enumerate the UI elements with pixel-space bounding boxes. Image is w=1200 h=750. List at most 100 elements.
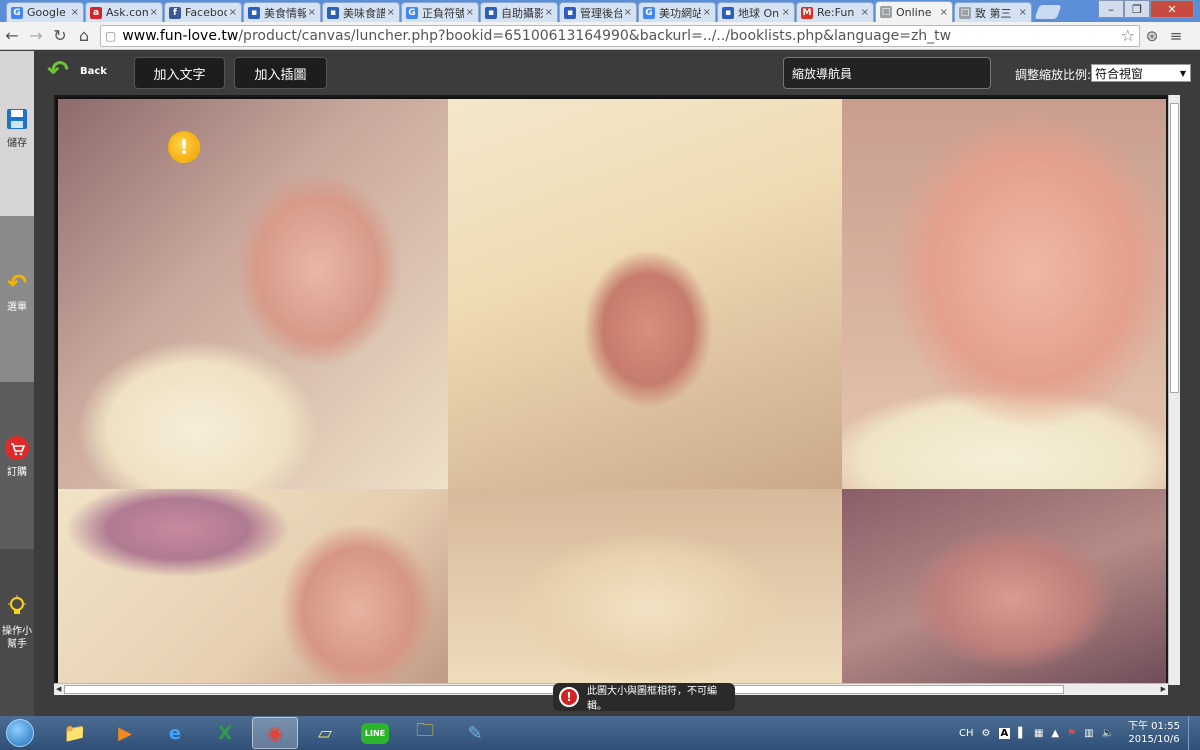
tab-close-icon[interactable]: × — [387, 7, 395, 18]
bookmark-star-icon[interactable]: ☆ — [1121, 26, 1135, 45]
arrow-left-icon: ← — [5, 26, 19, 45]
clock[interactable]: 下午 01:55 2015/10/6 — [1128, 720, 1180, 746]
photo-cell[interactable] — [448, 99, 842, 489]
zoom-select[interactable]: 符合視窗 ▼ — [1091, 64, 1191, 82]
tab-close-icon[interactable]: × — [940, 7, 948, 18]
photo-canvas[interactable]: ! — [54, 95, 1168, 685]
tab-close-icon[interactable]: × — [308, 7, 316, 18]
tab-close-icon[interactable]: × — [229, 7, 237, 18]
browser-tab[interactable]: G Google × — [6, 2, 84, 22]
browser-tab[interactable]: M Re:Fun × — [796, 2, 874, 22]
home-button[interactable]: ⌂ — [72, 24, 96, 48]
error-icon: ! — [559, 687, 579, 707]
menu-icon[interactable]: ≡ — [1164, 24, 1188, 48]
browser-tab[interactable]: ▪ 管理後台 × — [559, 2, 637, 22]
browser-tab[interactable]: G 美功網站 × — [638, 2, 716, 22]
taskbar-app[interactable]: X — [202, 717, 248, 749]
tab-title: 致 第三 — [975, 6, 1012, 20]
tab-close-icon[interactable]: × — [150, 7, 158, 18]
explorer-folder-icon: 📁 — [63, 722, 87, 744]
network-icon[interactable]: ▥ — [1084, 728, 1093, 739]
scroll-right-icon[interactable]: ▶ — [1161, 685, 1166, 693]
tab-favicon-icon: M — [801, 6, 813, 19]
browser-tab[interactable]: ▪ 自助攝影 × — [480, 2, 558, 22]
system-tray: CH ⚙ A ▌ ▦ ▲ ⚑ ▥ 🔈 下午 01:55 2015/10/6 — [955, 716, 1200, 750]
lightbulb-icon — [5, 595, 29, 619]
taskbar-app[interactable]: e — [152, 717, 198, 749]
tab-close-icon[interactable]: × — [703, 7, 711, 18]
photo-cell[interactable] — [842, 99, 1166, 489]
language-indicator[interactable]: CH — [959, 728, 974, 739]
minimize-button[interactable]: – — [1098, 0, 1124, 18]
back-button[interactable]: ↶ Back — [44, 56, 107, 86]
photo-cell[interactable] — [842, 489, 1166, 683]
tab-favicon-icon: ▪ — [564, 6, 576, 19]
windows-logo-icon — [6, 719, 34, 747]
scrollbar-thumb[interactable] — [1170, 103, 1179, 393]
sidebar-item-label: 操作小幫手 — [2, 626, 32, 650]
photo-cell[interactable] — [58, 489, 448, 683]
tab-title: 美味食譜 — [343, 6, 385, 20]
browser-tab[interactable]: a Ask.com× — [85, 2, 163, 22]
tab-close-icon[interactable]: × — [71, 7, 79, 18]
page-icon: ▢ — [105, 28, 117, 43]
notification-toast: ! 此圖大小與圖框相符，不可編輯。 — [553, 683, 735, 712]
internet-explorer-icon: e — [168, 722, 182, 744]
sidebar-item-label: 儲存 — [7, 138, 27, 149]
tab-close-icon[interactable]: × — [466, 7, 474, 18]
taskbar-app[interactable]: ◉ — [252, 717, 298, 749]
zoom-navigator-button[interactable]: 縮放導航員 — [783, 57, 991, 89]
vertical-scrollbar[interactable] — [1168, 95, 1180, 685]
taskbar-app[interactable]: ✎ — [452, 717, 498, 749]
extension-icon[interactable]: ⊛ — [1140, 24, 1164, 48]
ime-keyboard-icon[interactable]: ▦ — [1034, 728, 1043, 739]
sidebar-item-help[interactable]: 操作小幫手 — [0, 549, 34, 716]
home-icon: ⌂ — [78, 26, 90, 45]
tab-close-icon[interactable]: × — [861, 7, 869, 18]
ime-mode-icon[interactable]: A — [998, 727, 1011, 739]
sidebar-item-save[interactable]: 儲存 — [0, 51, 34, 216]
browser-tab[interactable]: □ Online × — [875, 1, 953, 22]
taskbar-app[interactable]: 🗀 — [402, 717, 448, 749]
tab-title: 美食情報 — [264, 6, 306, 20]
back-nav-button[interactable]: ← — [0, 24, 24, 48]
add-illustration-button[interactable]: 加入插圖 — [234, 57, 327, 89]
address-bar[interactable]: ▢ www.fun-love.tw/product/canvas/luncher… — [100, 24, 1140, 47]
maximize-button[interactable]: ❐ — [1124, 0, 1150, 18]
browser-tab[interactable]: G 正負符號 × — [401, 2, 479, 22]
close-window-button[interactable]: ✕ — [1150, 0, 1194, 18]
browser-tab[interactable]: ▪ 美味食譜 × — [322, 2, 400, 22]
ime-icon[interactable]: ⚙ — [982, 728, 991, 739]
taskbar-app[interactable]: ▶ — [102, 717, 148, 749]
add-text-button[interactable]: 加入文字 — [134, 57, 225, 89]
scroll-left-icon[interactable]: ◀ — [56, 685, 61, 693]
photo-cell[interactable] — [448, 489, 842, 683]
tab-title: 美功網站 — [659, 6, 701, 20]
tray-expand-icon[interactable]: ▲ — [1051, 728, 1059, 739]
forward-nav-button[interactable]: → — [24, 24, 48, 48]
taskbar-app[interactable]: LINE — [352, 717, 398, 749]
tab-close-icon[interactable]: × — [782, 7, 790, 18]
tab-favicon-icon: a — [90, 6, 102, 19]
ime-width-icon[interactable]: ▌ — [1018, 728, 1026, 739]
warning-badge-icon[interactable]: ! — [168, 131, 200, 163]
sidebar-item-menu[interactable]: ↶ 選單 — [0, 216, 34, 382]
tab-close-icon[interactable]: × — [1019, 7, 1027, 18]
reload-button[interactable]: ↻ — [48, 24, 72, 48]
browser-tab[interactable]: ▪ 美食情報 × — [243, 2, 321, 22]
photo-cell[interactable] — [58, 99, 448, 489]
tab-close-icon[interactable]: × — [545, 7, 553, 18]
show-desktop-button[interactable] — [1188, 716, 1200, 750]
sidebar-item-order[interactable]: 訂購 — [0, 382, 34, 549]
taskbar-app[interactable]: ▱ — [302, 717, 348, 749]
tab-close-icon[interactable]: × — [624, 7, 632, 18]
browser-tab[interactable]: □ 致 第三 × — [954, 2, 1032, 22]
volume-icon[interactable]: 🔈 — [1102, 728, 1114, 739]
new-tab-button[interactable] — [1034, 5, 1062, 19]
browser-tab[interactable]: f Facebook× — [164, 2, 242, 22]
action-center-icon[interactable]: ⚑ — [1067, 728, 1076, 739]
start-button[interactable] — [0, 716, 40, 750]
taskbar-app[interactable]: 📁 — [52, 717, 98, 749]
cart-icon — [5, 436, 29, 460]
browser-tab[interactable]: ▪ 地球 Online× — [717, 2, 795, 22]
